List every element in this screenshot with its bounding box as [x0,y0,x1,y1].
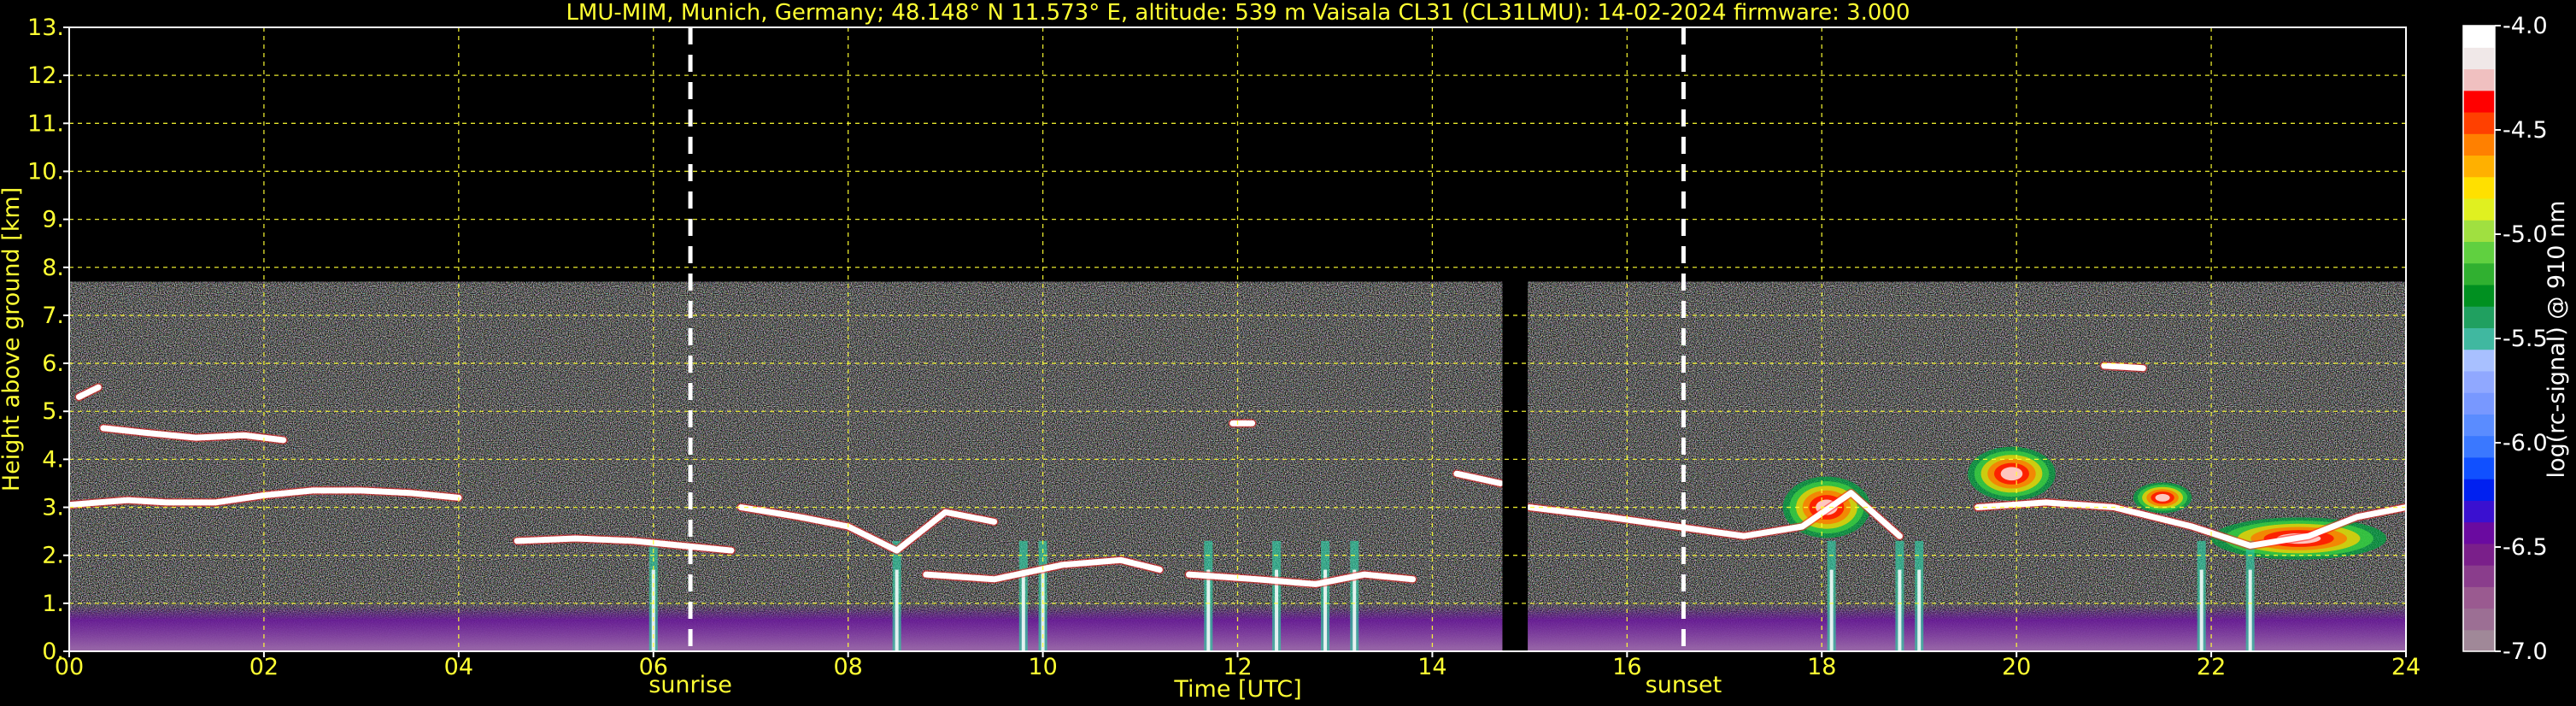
y-tick-label: 9. [42,207,64,233]
colorbar [2462,25,2496,652]
data-gap [1502,27,1529,651]
x-tick-label: 22 [2197,654,2226,680]
colorbar-segment [2463,111,2495,134]
colorbar-tick-label: -4.5 [2503,117,2548,144]
colorbar-segment [2463,284,2495,307]
precip-streak-core [1021,569,1025,651]
colorbar-segment [2463,435,2495,458]
signal-noise-field-right [1528,281,2406,651]
x-tick-label: 16 [1612,654,1641,680]
colorbar-segment [2463,608,2495,631]
colorbar-segment [2463,500,2495,523]
chart-title: LMU-MIM, Munich, Germany; 48.148° N 11.5… [566,0,1910,26]
colorbar-tick-label: -5.0 [2503,221,2548,248]
colorbar-segment [2463,90,2495,113]
y-tick-label: 0. [42,638,64,665]
colorbar-segment [2463,47,2495,70]
x-tick-label: 10 [1028,654,1057,680]
x-tick-label: 18 [1807,654,1836,680]
colorbar-tick-label: -6.0 [2503,430,2548,456]
colorbar-segment [2463,586,2495,609]
strong-return-blob [2155,493,2170,502]
precip-streak-core [1829,569,1834,651]
colorbar-segment [2463,370,2495,393]
colorbar-segment [2463,456,2495,479]
x-tick-label: 20 [2002,654,2031,680]
colorbar-tick-label: -5.5 [2503,326,2548,352]
y-tick-label: 3. [42,495,64,521]
colorbar-tick-label: -4.0 [2503,13,2548,39]
precip-streak-core [1206,569,1211,651]
colorbar-segment [2463,479,2495,501]
colorbar-segment [2463,155,2495,178]
colorbar-segment [2463,26,2495,48]
colorbar-tick-label: -6.5 [2503,534,2548,561]
cloud-layer [2101,362,2146,372]
colorbar-segment [2463,241,2495,264]
y-tick-label: 7. [42,303,64,329]
x-tick-label: 14 [1417,654,1446,680]
y-axis-label: Height above ground [km] [0,187,25,491]
colorbar-segment [2463,133,2495,156]
y-tick-label: 1. [42,591,64,617]
precip-streak-core [1917,569,1922,651]
y-tick-label: 10. [27,158,64,185]
colorbar-segment [2463,220,2495,243]
sun-marker-label: sunrise [648,672,732,698]
y-tick-label: 13. [27,15,64,41]
ceilometer-figure: 00 02 04 06 08 10 12 14 16 18 20 22 24 0.1.2.3.4.5.6… [0,0,2576,706]
strong-return-blob [2000,467,2023,481]
precip-streak-core [1353,569,1357,651]
y-tick-label: 2. [42,543,64,569]
colorbar-segment [2463,349,2495,372]
colorbar-tick-label: -7.0 [2503,638,2548,665]
colorbar-segment [2463,306,2495,328]
colorbar-segment [2463,521,2495,544]
x-axis-label: Time [UTC] [1173,676,1301,703]
colorbar-segment [2463,414,2495,437]
x-tick-label: 24 [2391,654,2421,680]
x-tick-label: 04 [444,654,473,680]
colorbar-segment [2463,629,2495,652]
sun-marker-label: sunset [1646,672,1722,698]
signal-noise-field [69,281,1503,651]
y-tick-label: 5. [42,398,64,425]
colorbar-label: log(rc-signal) @ 910 nm [2544,201,2570,479]
precip-streak-core [2199,569,2203,651]
colorbar-segment [2463,327,2495,350]
y-tick-label: 11. [27,110,64,137]
colorbar-segment [2463,197,2495,221]
precip-streak-core [895,569,899,651]
y-tick-label: 8. [42,255,64,281]
colorbar-segment [2463,392,2495,415]
plot-area [69,27,2406,651]
colorbar-segment [2463,262,2495,285]
y-tick-label: 4. [42,446,64,473]
colorbar-segment [2463,565,2495,587]
x-tick-label: 08 [833,654,862,680]
y-tick-label: 6. [42,350,64,377]
colorbar-segment [2463,543,2495,566]
precip-streak-core [2248,569,2252,651]
y-tick-label: 12. [27,62,64,89]
x-tick-label: 02 [249,654,279,680]
colorbar-segment [2463,68,2495,91]
precip-streak-core [1898,569,1902,651]
colorbar-segment [2463,176,2495,199]
